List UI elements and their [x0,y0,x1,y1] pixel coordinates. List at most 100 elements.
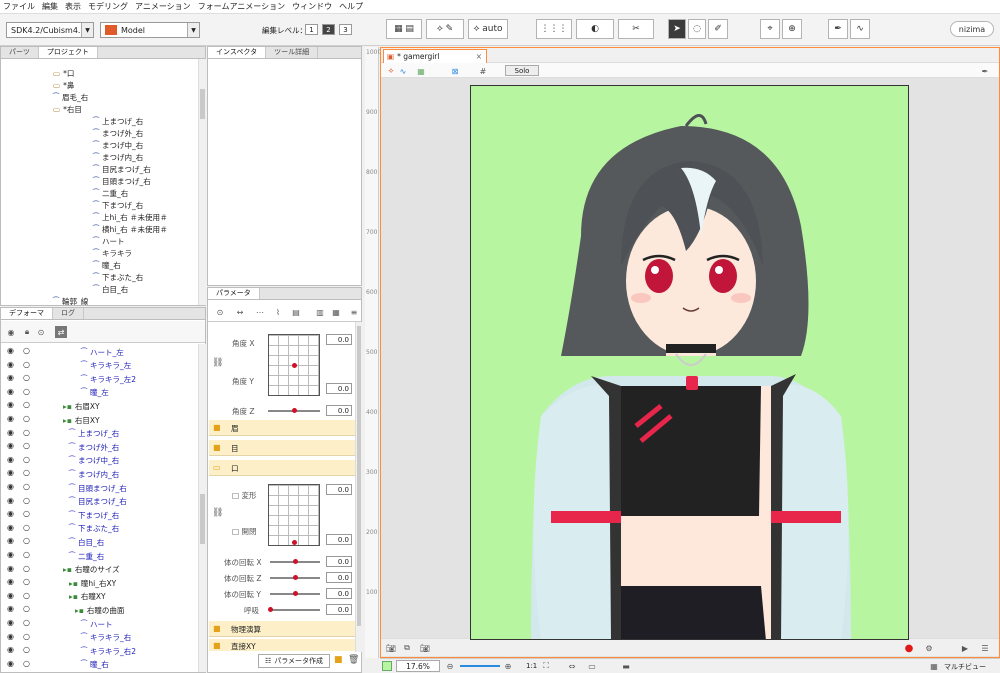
visibility-eye-icon[interactable]: ◉ [7,536,14,545]
deformer-item[interactable]: ▸▪ 右瞳XY [69,591,106,603]
color-icon[interactable]: ▦ [415,65,427,77]
tree-item[interactable]: ⁀ 瞳_右 [93,259,121,271]
visibility-eye-icon[interactable]: ◉ [7,496,14,505]
body-x-knob[interactable] [293,559,298,564]
body-z-value[interactable]: 0.0 [326,572,352,583]
breath-value[interactable]: 0.0 [326,604,352,615]
visibility-eye-icon[interactable]: ◉ [7,455,14,464]
lock-toggle-icon[interactable]: ○ [23,496,30,505]
list-icon[interactable]: ☰ [979,642,991,654]
visibility-eye-icon[interactable]: ◉ [7,509,14,518]
texture-atlas-button[interactable]: ▦ ▤ [386,19,422,39]
tree-item[interactable]: ⁀ まつげ内_右 [93,151,143,163]
tab-log[interactable]: ログ [53,308,84,319]
deformer-item[interactable]: ⁀ キラキラ_右 [81,632,131,644]
link-icon[interactable]: ⛓ [212,508,223,518]
path-icon[interactable]: ∿ [397,65,409,77]
zoom-field[interactable]: 17.6% [396,660,440,672]
lock-toggle-icon[interactable]: ○ [23,632,30,641]
visibility-eye-icon[interactable]: ◉ [7,645,14,654]
lock-toggle-icon[interactable]: ○ [23,550,30,559]
menu-animation[interactable]: アニメーション [135,1,191,12]
folder-physics[interactable]: ■ 物理演算 [209,621,355,637]
visibility-eye-icon[interactable]: ◉ [7,604,14,613]
tree-item[interactable]: ⁀ 白目_右 [93,283,128,295]
lock-toggle-icon[interactable]: ○ [23,441,30,450]
lock-toggle-icon[interactable]: ○ [23,428,30,437]
deformer-item[interactable]: ▸▪ 右目XY [63,414,100,426]
deformer-item[interactable]: ⁀ まつげ内_右 [69,468,119,480]
lock-toggle-icon[interactable]: ○ [23,509,30,518]
folder-add-icon[interactable]: ■ [334,655,343,665]
lock-toggle-icon[interactable]: ○ [23,400,30,409]
tab-gamergirl[interactable]: ▣ * gamergirl × [383,49,487,63]
arrow-tool-icon[interactable]: ➤ [668,19,686,39]
lock-toggle-icon[interactable]: ○ [23,591,30,600]
lock-toggle-icon[interactable]: ○ [23,468,30,477]
lock-toggle-icon[interactable]: ○ [23,373,30,382]
parts-scrollbar[interactable] [198,59,206,305]
lock-toggle-icon[interactable]: ○ [23,346,30,355]
visibility-eye-icon[interactable]: ◉ [7,482,14,491]
deformer-item[interactable]: ⁀ ハート_左 [81,346,124,358]
edit-level-1[interactable]: 1 [305,24,318,35]
scale-label[interactable]: 1:1 [526,662,537,670]
tree-item[interactable]: ⁀ まつげ外_右 [93,127,143,139]
visibility-eye-icon[interactable]: ◉ [7,387,14,396]
path-tool-icon[interactable]: ∿ [850,19,870,39]
body-y-value[interactable]: 0.0 [326,588,352,599]
deformer-scrollbar[interactable] [198,344,206,672]
lock-toggle-icon[interactable]: ○ [23,523,30,532]
visibility-eye-icon[interactable]: ◉ [7,591,14,600]
folder-mouth[interactable]: ▭ 口 [209,460,355,476]
mouth-grid[interactable] [268,484,320,546]
view-icon[interactable]: ▭ [586,660,598,672]
lock-toggle-icon[interactable]: ○ [23,659,30,668]
record-icon[interactable]: ● [903,642,915,654]
deformer-item[interactable]: ▸▪ 右瞳のサイズ [63,564,120,576]
tab-inspector[interactable]: インスペクタ [208,47,267,58]
nizima-button[interactable]: nizima [950,21,994,37]
visibility-eye-icon[interactable]: ◉ [7,550,14,559]
link-icon[interactable]: ⛓ [212,358,223,368]
angle-z-knob[interactable] [292,408,297,413]
menu-file[interactable]: ファイル [3,1,35,12]
tree-item[interactable]: ⁀ 下まぶた_右 [93,271,143,283]
eye-icon[interactable]: ◉ [5,326,17,338]
tree-item[interactable]: ⁀ 下まつげ_右 [93,199,143,211]
glue-button[interactable]: ✂ [618,19,654,39]
visibility-eye-icon[interactable]: ◉ [7,414,14,423]
tab-project[interactable]: プロジェクト [38,47,98,58]
menu-help[interactable]: ヘルプ [339,1,363,12]
folder-last[interactable]: ■ 直接XY [209,639,355,651]
tab-deformer[interactable]: デフォーマ [1,308,53,319]
body-x-value[interactable]: 0.0 [326,556,352,567]
deformer-item[interactable]: ⁀ 下まぶた_右 [69,523,119,535]
create-parameter-button[interactable]: ☷ パラメータ作成 [258,654,330,668]
menu-edit[interactable]: 編集 [42,1,58,12]
gear-icon[interactable]: ⚙ [923,642,935,654]
edit-level-3[interactable]: 3 [339,24,352,35]
toggle-icon[interactable]: ▬ [620,660,632,672]
trash-icon[interactable]: 🗑︎ [348,655,359,665]
mesh-edit-button[interactable]: ⟡ ✎ [426,19,464,39]
menu-form-animation[interactable]: フォームアニメーション [198,1,285,12]
visibility-eye-icon[interactable]: ◉ [7,400,14,409]
tree-item[interactable]: ▭ *口 [53,67,74,79]
visibility-eye-icon[interactable]: ◉ [7,659,14,668]
tree-item[interactable]: ⁀ 目尻まつげ_右 [93,163,151,175]
zoom-slider[interactable] [460,665,500,667]
tab-parameter[interactable]: パラメータ [208,288,260,299]
close-icon[interactable]: × [476,52,482,61]
pin-edit-icon[interactable]: ⊕ [782,19,802,39]
folder-brow[interactable]: ■ 眉 [209,420,355,436]
frame-icon[interactable]: ⊠ [449,65,461,77]
camera-add-icon[interactable]: 📷︎ [419,642,431,654]
paste-icon[interactable]: ▦ [330,306,342,318]
deformer-item[interactable]: ▸▪ 右瞳の曲面 [75,604,124,616]
body-z-knob[interactable] [293,575,298,580]
edit-level-2[interactable]: 2 [322,24,335,35]
visibility-eye-icon[interactable]: ◉ [7,523,14,532]
bg-color-swatch[interactable] [382,661,392,671]
tree-item[interactable]: ⁀ 二重_右 [93,187,128,199]
